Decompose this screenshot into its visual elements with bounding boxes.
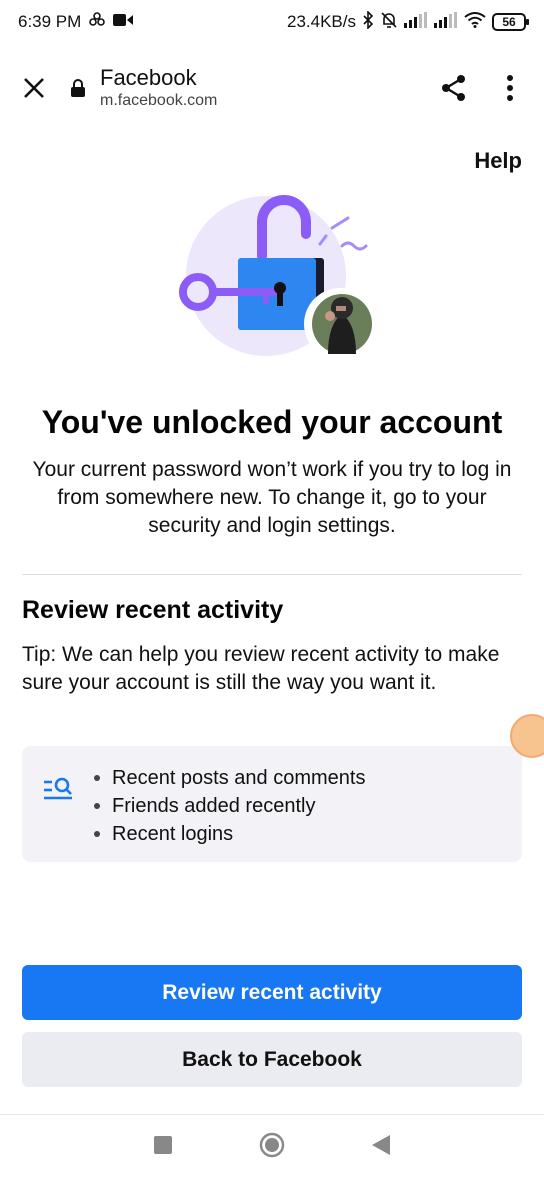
list-item: Recent logins: [92, 820, 365, 848]
bluetooth-icon: [362, 9, 374, 34]
browser-bar: Facebook m.facebook.com: [0, 56, 544, 120]
back-triangle-icon[interactable]: [372, 1135, 391, 1160]
site-title: Facebook: [100, 65, 197, 90]
signal-icon: [434, 11, 458, 33]
back-to-facebook-button[interactable]: Back to Facebook: [22, 1032, 522, 1087]
list-item: Friends added recently: [92, 792, 365, 820]
site-info[interactable]: Facebook m.facebook.com: [100, 65, 438, 111]
system-nav-bar: [0, 1114, 544, 1180]
status-time: 6:39 PM: [18, 12, 82, 31]
list-item: Recent posts and comments: [92, 764, 365, 792]
divider: [22, 574, 522, 575]
share-icon: [442, 75, 465, 101]
close-icon: [24, 78, 44, 98]
network-speed: 23.4KB/s: [287, 12, 356, 31]
flower-icon: [89, 11, 106, 33]
video-camera-icon: [113, 12, 134, 32]
review-activity-button[interactable]: Review recent activity: [22, 965, 522, 1020]
battery-level: 56: [502, 15, 516, 29]
page-subtitle: Your current password won’t work if you …: [32, 458, 512, 537]
help-link[interactable]: Help: [474, 148, 522, 174]
home-circle-icon[interactable]: [259, 1132, 285, 1163]
more-vertical-icon: [507, 75, 513, 101]
recents-square-icon[interactable]: [153, 1136, 172, 1159]
tip-text: Tip: We can help you review recent activ…: [22, 643, 500, 694]
more-options-button[interactable]: [494, 68, 526, 108]
close-button[interactable]: [18, 72, 50, 104]
status-left: 6:39 PM: [18, 11, 134, 33]
search-list-icon: [42, 776, 78, 812]
section-title: Review recent activity: [22, 596, 284, 624]
lock-icon: [70, 72, 90, 104]
signal-icon: [404, 11, 428, 33]
mute-icon: [380, 11, 398, 34]
status-bar: 6:39 PM 23.4KB/s 56: [0, 0, 544, 44]
status-right: 23.4KB/s 56: [287, 9, 529, 34]
page-title: You've unlocked your account: [41, 404, 503, 440]
activity-card: Recent posts and comments Friends added …: [22, 746, 522, 862]
site-url: m.facebook.com: [100, 92, 218, 109]
battery-icon: 56: [492, 13, 529, 31]
activity-list: Recent posts and comments Friends added …: [92, 764, 365, 862]
share-button[interactable]: [438, 68, 470, 108]
unlock-illustration: [170, 188, 380, 368]
wifi-icon: [464, 11, 486, 33]
